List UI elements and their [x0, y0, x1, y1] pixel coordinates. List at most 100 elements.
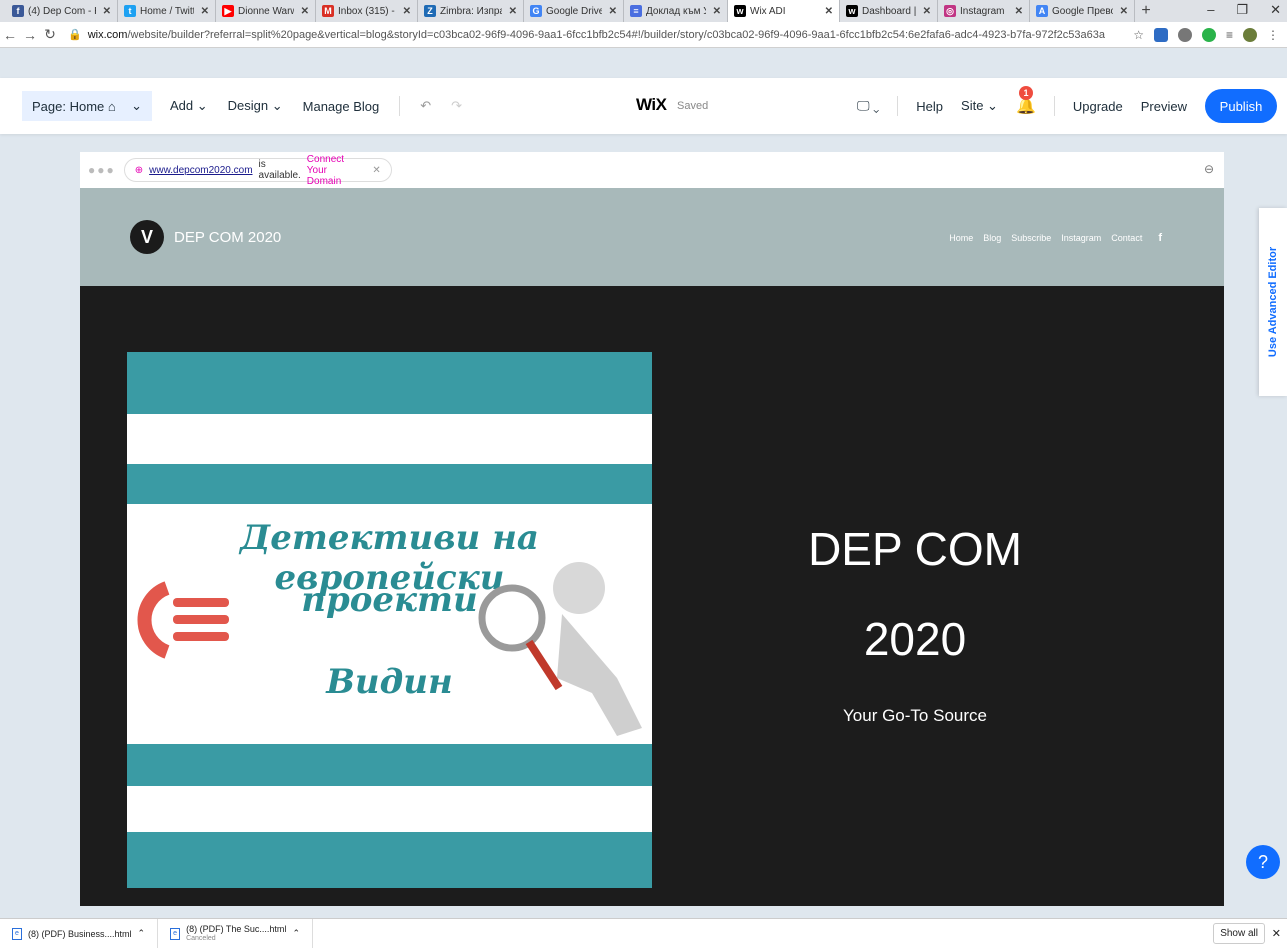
tab-title: Zimbra: Изпрати [440, 5, 502, 17]
instagram-icon: ◎ [944, 5, 956, 17]
close-tab-icon[interactable]: ✕ [923, 6, 931, 17]
tab-title: Google Преводач [1052, 5, 1113, 17]
browser-tab[interactable]: ≡ Доклад към Ур ✕ [624, 0, 728, 22]
hero-title[interactable]: DEP COM 2020 [720, 516, 1110, 672]
close-tab-icon[interactable]: ✕ [509, 6, 517, 17]
show-all-downloads-button[interactable]: Show all [1213, 923, 1265, 944]
browser-tab[interactable]: t Home / Twitter ✕ [118, 0, 216, 22]
site-logo[interactable]: V [130, 220, 164, 254]
browser-tab[interactable]: A Google Преводач ✕ [1030, 0, 1135, 22]
site-nav-contact[interactable]: Contact [1111, 233, 1142, 243]
close-tab-icon[interactable]: ✕ [103, 6, 111, 17]
gmail-icon: M [322, 5, 334, 17]
site-nav-subscribe[interactable]: Subscribe [1011, 233, 1051, 243]
publish-button[interactable]: Publish [1205, 89, 1277, 123]
close-icon[interactable]: ✕ [372, 165, 380, 176]
upgrade-button[interactable]: Upgrade [1073, 99, 1123, 114]
domain-banner: ⊕ www.depcom2020.com is available. Conne… [123, 154, 392, 187]
tab-title: Inbox (315) - san [338, 5, 396, 17]
reading-list-icon[interactable]: ≡ [1226, 28, 1233, 42]
globe-icon: ⊕ [134, 164, 144, 176]
help-button[interactable]: ? [1246, 845, 1280, 879]
browser-tab[interactable]: Z Zimbra: Изпрати ✕ [418, 0, 524, 22]
detective-figure-icon [478, 562, 642, 736]
extension-icon[interactable] [1153, 27, 1168, 42]
browser-tab[interactable]: ◎ Instagram ✕ [938, 0, 1030, 22]
menu-add[interactable]: Add ⌄ [170, 98, 208, 114]
forward-icon[interactable]: → [20, 27, 40, 43]
site-nav-blog[interactable]: Blog [983, 233, 1001, 243]
browser-menu-icon[interactable]: ⋮ [1267, 28, 1279, 42]
extension-icon[interactable] [1177, 27, 1192, 42]
notifications-button[interactable]: 🔔 1 [1015, 86, 1036, 116]
page-selector[interactable]: Page: Home ⌂ ⌄ [22, 91, 152, 121]
domain-link[interactable]: www.depcom2020.com [149, 165, 252, 176]
site-nav-home[interactable]: Home [949, 233, 973, 243]
help-menu[interactable]: Help [916, 99, 943, 114]
download-filename: (8) (PDF) The Suc....html [186, 923, 287, 934]
download-status: Canceled [186, 934, 216, 942]
translate-icon: A [1036, 5, 1048, 17]
url-host: wix.com [87, 28, 128, 41]
site-nav: Home Blog Subscribe Instagram Contact f [949, 232, 1162, 244]
site-name[interactable]: DEP COM 2020 [174, 229, 281, 246]
download-item[interactable]: e (8) (PDF) The Suc....html Canceled ⌃ [158, 918, 313, 948]
chevron-up-icon[interactable]: ⌃ [292, 928, 300, 939]
connect-domain-link[interactable]: Connect Your Domain [307, 154, 359, 187]
close-tab-icon[interactable]: ✕ [609, 6, 617, 17]
redo-icon[interactable]: ↷ [451, 98, 462, 114]
close-shelf-icon[interactable]: ✕ [1272, 927, 1281, 940]
chevron-up-icon[interactable]: ⌃ [138, 928, 146, 939]
minimize-icon[interactable]: – [1207, 2, 1214, 18]
chevron-down-icon: ⌄ [131, 98, 142, 113]
twitter-icon: t [124, 5, 136, 17]
device-switch-button[interactable]: 🖵 ⌄ [857, 98, 879, 114]
star-icon[interactable]: ☆ [1133, 28, 1144, 42]
site-nav-instagram[interactable]: Instagram [1061, 233, 1101, 243]
google-icon: G [530, 5, 542, 17]
wix-logo: WiX [636, 95, 667, 114]
wix-icon: w [734, 5, 746, 17]
browser-tab[interactable]: w Wix ADI ✕ [728, 0, 840, 22]
browser-tab[interactable]: ▶ Dionne Warw ✕ [216, 0, 316, 22]
advanced-editor-tab[interactable]: Use Advanced Editor [1259, 208, 1287, 396]
close-tab-icon[interactable]: ✕ [825, 6, 833, 17]
close-tab-icon[interactable]: ✕ [1015, 6, 1023, 17]
undo-icon[interactable]: ↶ [420, 98, 431, 114]
reload-icon[interactable]: ↻ [40, 26, 60, 43]
download-item[interactable]: e (8) (PDF) Business....html ⌃ [0, 918, 159, 948]
zoom-icon[interactable]: ⊖ [1204, 162, 1214, 176]
close-tab-icon[interactable]: ✕ [713, 6, 721, 17]
menu-design[interactable]: Design ⌄ [228, 98, 283, 114]
new-tab-button[interactable]: + [1135, 2, 1157, 20]
url-path: /website/builder?referral=split%20page&v… [127, 28, 1105, 41]
browser-tab[interactable]: f (4) Dep Com - H ✕ [6, 0, 118, 22]
close-tab-icon[interactable]: ✕ [201, 6, 209, 17]
browser-tab[interactable]: G Google Drive: Sp ✕ [524, 0, 624, 22]
hero-tagline[interactable]: Your Go-To Source [720, 706, 1110, 726]
divider [1053, 96, 1055, 116]
browser-tab[interactable]: M Inbox (315) - san ✕ [316, 0, 418, 22]
wix-top-bar: Page: Home ⌂ ⌄ Add ⌄ Design ⌄ Manage Blo… [0, 78, 1287, 134]
browser-tab-strip: f (4) Dep Com - H ✕ t Home / Twitter ✕ ▶ Dionne… [0, 0, 1287, 22]
close-tab-icon[interactable]: ✕ [301, 6, 309, 17]
close-window-icon[interactable]: ✕ [1270, 2, 1281, 18]
preview-button[interactable]: Preview [1141, 99, 1187, 114]
hero-image[interactable]: Детективи на европейски проекти Видин [127, 352, 652, 888]
bell-icon: 🔔 [1015, 98, 1036, 115]
extensions: ☆ ≡ ⋮ [1133, 27, 1279, 42]
extension-icon[interactable] [1201, 27, 1216, 42]
facebook-icon[interactable]: f [1158, 232, 1162, 244]
menu-manage-blog[interactable]: Manage Blog [303, 99, 380, 114]
maximize-icon[interactable]: ❐ [1236, 2, 1248, 18]
url-field[interactable]: 🔒 wix.com/website/builder?referral=split… [68, 28, 1133, 42]
profile-avatar[interactable] [1243, 27, 1257, 42]
hero-title-line-2: 2020 [863, 613, 967, 665]
stripe [127, 744, 652, 786]
browser-tab[interactable]: w Dashboard | Wix ✕ [840, 0, 938, 22]
close-tab-icon[interactable]: ✕ [1120, 6, 1128, 17]
back-icon[interactable]: ← [0, 27, 20, 43]
tab-title: Доклад към Ур [646, 5, 706, 17]
site-menu[interactable]: Site ⌄ [961, 98, 998, 114]
close-tab-icon[interactable]: ✕ [403, 6, 411, 17]
